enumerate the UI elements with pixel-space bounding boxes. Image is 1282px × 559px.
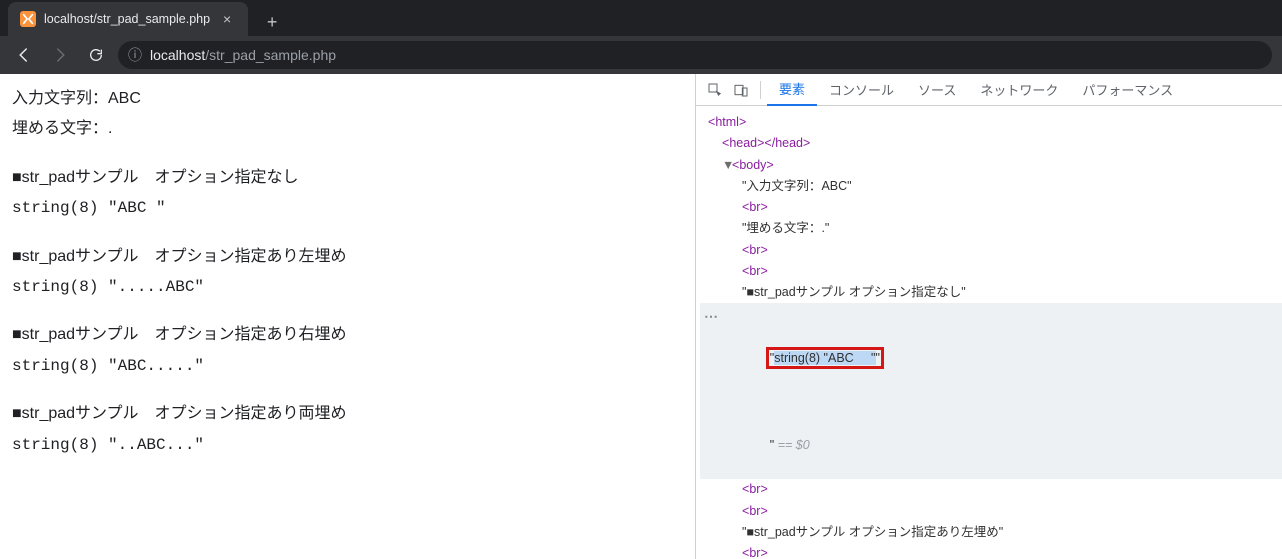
section-result: string(8) "ABC "	[12, 193, 683, 223]
browser-tab-active[interactable]: localhost/str_pad_sample.php ×	[8, 2, 248, 36]
reload-icon	[88, 47, 104, 63]
dom-selected-node[interactable]: ⋯ "string(8) "ABC ""	[700, 303, 1282, 413]
page-line-input: 入力文字列：ABC	[12, 84, 683, 114]
forward-button	[46, 41, 74, 69]
section-result: string(8) ".....ABC"	[12, 272, 683, 302]
tab-elements[interactable]: 要素	[767, 74, 817, 106]
dom-node[interactable]: <html>	[700, 112, 1282, 133]
dom-node[interactable]: <br>	[700, 240, 1282, 261]
browser-toolbar: ⓘ localhost/str_pad_sample.php	[0, 36, 1282, 74]
section-title: ■str_padサンプル オプション指定あり両埋め	[12, 399, 683, 429]
dom-node-body[interactable]: ▼<body>	[700, 155, 1282, 176]
dom-text-node[interactable]: "入力文字列：ABC"	[700, 176, 1282, 197]
arrow-right-icon	[51, 46, 69, 64]
main-split: 入力文字列：ABC 埋める文字：. ■str_padサンプル オプション指定なし…	[0, 74, 1282, 559]
dom-text-node[interactable]: "埋める文字：."	[700, 218, 1282, 239]
dom-eq0-row: " == $0	[700, 414, 1282, 480]
inspect-element-icon[interactable]	[702, 77, 728, 103]
address-bar[interactable]: ⓘ localhost/str_pad_sample.php	[118, 41, 1272, 69]
tab-console[interactable]: コンソール	[817, 74, 906, 106]
page-line-padchar: 埋める文字：.	[12, 114, 683, 144]
back-button[interactable]	[10, 41, 38, 69]
devtools-panel: 要素 コンソール ソース ネットワーク パフォーマンス <html> <head…	[695, 74, 1282, 559]
tab-network[interactable]: ネットワーク	[968, 74, 1070, 106]
device-toolbar-icon[interactable]	[728, 77, 754, 103]
divider	[760, 81, 761, 99]
tab-performance[interactable]: パフォーマンス	[1070, 74, 1185, 106]
url-host: localhost	[150, 47, 205, 63]
reload-button[interactable]	[82, 41, 110, 69]
section-result: string(8) "..ABC..."	[12, 430, 683, 460]
dom-node[interactable]: <br>	[700, 479, 1282, 500]
browser-tab-bar: localhost/str_pad_sample.php × +	[0, 0, 1282, 36]
section-title: ■str_padサンプル オプション指定あり右埋め	[12, 320, 683, 350]
dom-text-node[interactable]: "■str_padサンプル オプション指定あり左埋め"	[700, 522, 1282, 543]
dom-selected-text: string(8) "ABC "	[774, 351, 875, 365]
url-path: /str_pad_sample.php	[205, 47, 336, 63]
dom-text-node[interactable]: "■str_padサンプル オプション指定なし"	[700, 282, 1282, 303]
dom-node[interactable]: <br>	[700, 501, 1282, 522]
page-content: 入力文字列：ABC 埋める文字：. ■str_padサンプル オプション指定なし…	[0, 74, 695, 559]
quote-close: "	[876, 351, 880, 365]
eq0-label: == $0	[774, 438, 809, 452]
dom-actions-icon[interactable]: ⋯	[704, 309, 719, 323]
close-tab-icon[interactable]: ×	[218, 11, 236, 27]
section-title: ■str_padサンプル オプション指定なし	[12, 163, 683, 193]
url-display: localhost/str_pad_sample.php	[150, 47, 336, 63]
dom-node[interactable]: <br>	[700, 197, 1282, 218]
site-info-icon[interactable]: ⓘ	[128, 45, 142, 65]
section-title: ■str_padサンプル オプション指定あり左埋め	[12, 242, 683, 272]
tab-title: localhost/str_pad_sample.php	[44, 12, 210, 26]
xampp-favicon-icon	[20, 11, 36, 27]
section-result: string(8) "ABC....."	[12, 351, 683, 381]
new-tab-button[interactable]: +	[258, 8, 286, 36]
dom-node[interactable]: <br>	[700, 543, 1282, 559]
tab-sources[interactable]: ソース	[906, 74, 968, 106]
devtools-tabbar: 要素 コンソール ソース ネットワーク パフォーマンス	[696, 74, 1282, 106]
dom-node[interactable]: <br>	[700, 261, 1282, 282]
dom-tree[interactable]: <html> <head></head> ▼<body> "入力文字列：ABC"…	[696, 106, 1282, 559]
arrow-left-icon	[15, 46, 33, 64]
dom-node[interactable]: <head></head>	[700, 133, 1282, 154]
